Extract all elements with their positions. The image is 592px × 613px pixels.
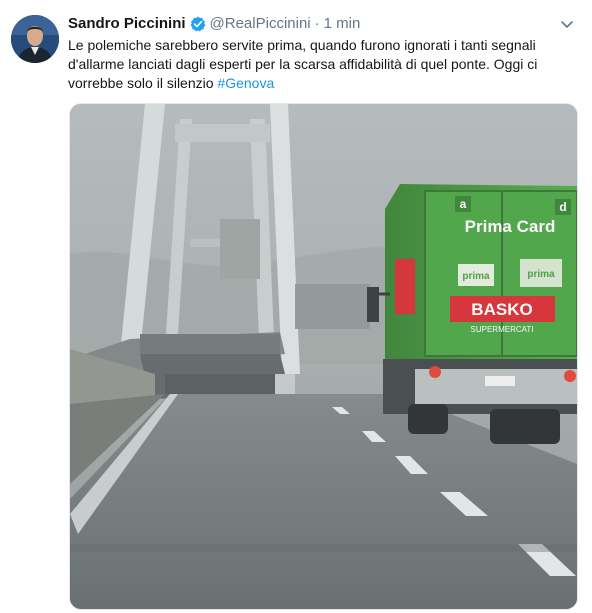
chevron-down-icon[interactable] [557,15,577,35]
tweet-text-last: vorrebbe solo il silenzio [68,75,218,91]
avatar[interactable] [11,15,59,63]
tweet-photo[interactable]: a d Prima Card prima prima BASKO SUPERME… [69,103,578,610]
verified-badge-icon [190,16,206,32]
tweet-text: Le polemiche sarebbero servite prima, qu… [68,36,573,93]
separator-dot: · [314,15,320,32]
tweet-text-line: Le polemiche sarebbero servite prima, qu… [68,37,536,53]
tweet-text-line: d'allarme lanciati dagli esperti per la … [68,56,538,72]
tweet-card[interactable]: Sandro Piccinini @RealPiccinini · 1 min … [0,0,592,613]
author-name[interactable]: Sandro Piccinini [68,15,186,33]
tweet-text-line: vorrebbe solo il silenzio #Genova [68,74,573,93]
tweet-header: Sandro Piccinini @RealPiccinini · 1 min [68,14,360,34]
timestamp-link[interactable]: 1 min [324,15,361,33]
author-handle[interactable]: @RealPiccinini [210,15,311,33]
hashtag-link[interactable]: #Genova [217,75,274,91]
